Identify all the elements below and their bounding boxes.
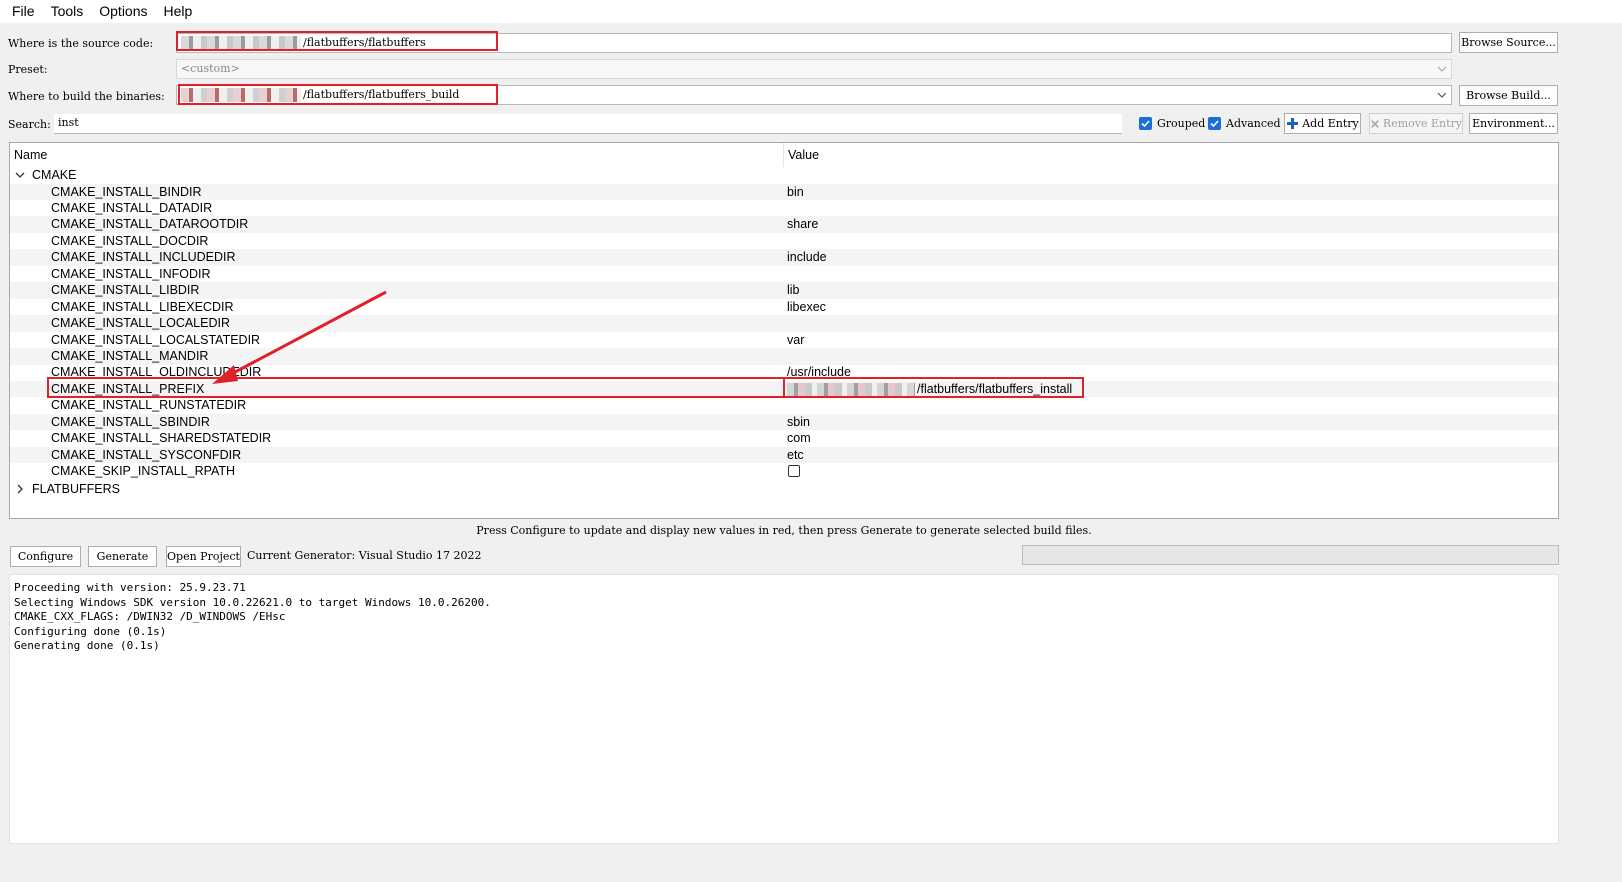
variable-name: CMAKE_SKIP_INSTALL_RPATH xyxy=(51,464,236,479)
configure-button[interactable]: Configure xyxy=(10,546,81,567)
menu-help[interactable]: Help xyxy=(156,0,201,23)
search-input[interactable]: inst xyxy=(54,114,1122,134)
table-row[interactable]: CMAKE_INSTALL_INCLUDEDIR include xyxy=(10,249,1558,266)
chevron-right-icon[interactable] xyxy=(15,484,25,494)
table-row[interactable]: CMAKE_INSTALL_DATADIR xyxy=(10,200,1558,217)
variable-name: CMAKE_INSTALL_DATADIR xyxy=(51,200,213,215)
log-line: Proceeding with version: 25.9.23.71 xyxy=(14,581,246,594)
variable-value[interactable]: bin xyxy=(787,185,804,199)
preset-select[interactable]: <custom> xyxy=(176,59,1452,79)
build-label: Where to build the binaries: xyxy=(8,90,165,103)
search-label: Search: xyxy=(8,118,51,131)
generate-button[interactable]: Generate xyxy=(88,546,157,567)
build-path-text: /flatbuffers/flatbuffers_build xyxy=(303,88,460,101)
chevron-down-icon[interactable] xyxy=(15,170,25,180)
source-path-text: /flatbuffers/flatbuffers xyxy=(303,36,426,49)
log-line: CMAKE_CXX_FLAGS: /DWIN32 /D_WINDOWS /EHs… xyxy=(14,610,286,623)
variable-name: CMAKE_INSTALL_INFODIR xyxy=(51,266,211,281)
environment-button[interactable]: Environment... xyxy=(1469,113,1558,134)
variable-value[interactable]: include xyxy=(787,250,827,264)
variable-name: CMAKE_INSTALL_BINDIR xyxy=(51,184,202,199)
table-row[interactable]: CMAKE_INSTALL_RUNSTATEDIR xyxy=(10,397,1558,414)
menu-tools[interactable]: Tools xyxy=(43,0,92,23)
preset-label: Preset: xyxy=(8,63,48,76)
advanced-checkbox[interactable]: Advanced xyxy=(1208,117,1281,130)
variable-value[interactable]: var xyxy=(787,333,804,347)
table-row[interactable]: CMAKE_INSTALL_SHAREDSTATEDIR com xyxy=(10,430,1558,447)
group-flatbuffers[interactable]: FLATBUFFERS xyxy=(10,481,1558,498)
browse-build-button[interactable]: Browse Build... xyxy=(1459,85,1558,106)
variable-value[interactable]: lib xyxy=(787,283,800,297)
variable-name: CMAKE_INSTALL_DATAROOTDIR xyxy=(51,217,249,232)
arrow-annotation-icon xyxy=(212,290,387,384)
chevron-down-icon[interactable] xyxy=(1437,90,1447,100)
log-line: Generating done (0.1s) xyxy=(14,639,160,652)
variable-name: CMAKE_INSTALL_LIBDIR xyxy=(51,283,200,298)
table-row[interactable]: CMAKE_SKIP_INSTALL_RPATH xyxy=(10,463,1558,480)
variable-name: CMAKE_INSTALL_INCLUDEDIR xyxy=(51,250,236,265)
variable-name: CMAKE_INSTALL_PREFIX xyxy=(51,381,205,396)
group-cmake[interactable]: CMAKE xyxy=(10,167,1558,184)
redacted-path xyxy=(787,382,915,397)
table-row[interactable]: CMAKE_INSTALL_DOCDIR xyxy=(10,233,1558,250)
variable-value[interactable]: libexec xyxy=(787,300,826,314)
preset-value: <custom> xyxy=(181,62,240,75)
add-entry-label: Add Entry xyxy=(1302,117,1359,130)
checkmark-icon xyxy=(1139,117,1152,130)
table-row[interactable]: CMAKE_INSTALL_SYSCONFDIR etc xyxy=(10,446,1558,464)
open-project-button[interactable]: Open Project xyxy=(166,546,241,567)
variable-name: CMAKE_INSTALL_DOCDIR xyxy=(51,233,209,248)
tree-header: Name Value xyxy=(10,143,1558,167)
variable-name: CMAKE_INSTALL_SYSCONFDIR xyxy=(51,447,242,462)
menu-file[interactable]: File xyxy=(4,0,43,23)
hint-text: Press Configure to update and display ne… xyxy=(476,524,1092,537)
variable-value[interactable]: etc xyxy=(787,448,804,462)
remove-entry-button[interactable]: Remove Entry xyxy=(1369,113,1463,134)
skip-rpath-checkbox[interactable] xyxy=(788,465,800,478)
progress-bar xyxy=(1022,545,1559,565)
group-label: FLATBUFFERS xyxy=(32,482,120,496)
close-icon xyxy=(1371,119,1379,128)
browse-source-button[interactable]: Browse Source... xyxy=(1459,32,1558,53)
variable-name: CMAKE_INSTALL_RUNSTATEDIR xyxy=(51,398,247,413)
source-path-input[interactable]: /flatbuffers/flatbuffers xyxy=(176,33,1452,53)
table-row[interactable]: CMAKE_INSTALL_INFODIR xyxy=(10,266,1558,283)
plus-icon xyxy=(1287,118,1299,129)
variable-name: CMAKE_INSTALL_SBINDIR xyxy=(51,414,210,429)
column-name-header[interactable]: Name xyxy=(14,148,47,162)
column-divider xyxy=(783,143,784,167)
search-value: inst xyxy=(58,116,79,129)
variable-value[interactable]: share xyxy=(787,217,818,231)
source-label: Where is the source code: xyxy=(8,37,154,50)
log-line: Selecting Windows SDK version 10.0.22621… xyxy=(14,595,491,609)
menu-bar: File Tools Options Help xyxy=(0,0,1622,23)
variable-value[interactable]: sbin xyxy=(787,415,810,429)
variable-value[interactable]: /flatbuffers/flatbuffers_install xyxy=(787,382,1072,397)
current-generator-label: Current Generator: Visual Studio 17 2022 xyxy=(247,549,482,562)
variable-name: CMAKE_INSTALL_MANDIR xyxy=(51,349,209,363)
advanced-label: Advanced xyxy=(1226,117,1281,130)
menu-options[interactable]: Options xyxy=(91,0,155,23)
column-value-header[interactable]: Value xyxy=(788,148,819,162)
chevron-down-icon xyxy=(1437,66,1447,72)
grouped-label: Grouped xyxy=(1157,117,1206,130)
checkmark-icon xyxy=(1208,117,1221,130)
variable-name: CMAKE_INSTALL_SHAREDSTATEDIR xyxy=(51,431,272,446)
grouped-checkbox[interactable]: Grouped xyxy=(1139,117,1205,130)
output-log[interactable]: Proceeding with version: 25.9.23.71 Sele… xyxy=(9,574,1559,844)
redacted-path xyxy=(181,36,301,50)
variable-value-text: /flatbuffers/flatbuffers_install xyxy=(917,381,1073,396)
redacted-path xyxy=(181,88,301,102)
remove-entry-label: Remove Entry xyxy=(1382,117,1462,130)
group-label: CMAKE xyxy=(32,168,77,182)
variable-value[interactable]: /usr/include xyxy=(787,365,851,379)
variable-value[interactable]: com xyxy=(787,431,811,445)
build-path-combo[interactable]: /flatbuffers/flatbuffers_build xyxy=(176,85,1452,105)
add-entry-button[interactable]: Add Entry xyxy=(1284,113,1361,134)
log-line: Configuring done (0.1s) xyxy=(14,624,167,638)
table-row[interactable]: CMAKE_INSTALL_DATAROOTDIR share xyxy=(10,216,1558,233)
table-row[interactable]: CMAKE_INSTALL_SBINDIR sbin xyxy=(10,413,1558,431)
table-row[interactable]: CMAKE_INSTALL_BINDIR bin xyxy=(10,183,1558,200)
